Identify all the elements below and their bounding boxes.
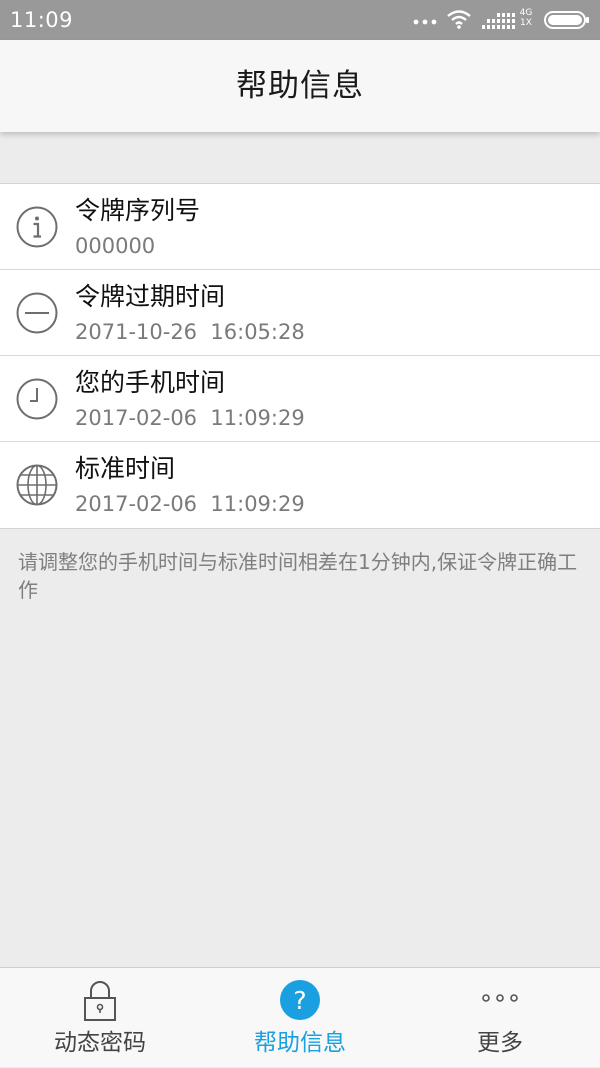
battery-icon: [544, 11, 589, 29]
status-time: 11:09: [10, 8, 74, 32]
globe-icon: [16, 464, 58, 506]
tab-more[interactable]: 更多: [400, 968, 600, 1068]
notice-text: 请调整您的手机时间与标准时间相差在1分钟内,保证令牌正确工作: [18, 550, 578, 602]
list-item-standard-time: 标准时间 2017-02-06 11:09:29: [0, 442, 600, 528]
status-bar: 11:09 4G 1X: [0, 0, 600, 40]
row-title: 您的手机时间: [75, 368, 226, 397]
row-value: 2017-02-06 11:09:29: [75, 406, 305, 430]
list-item-token-serial: 令牌序列号 000000: [0, 184, 600, 270]
nav-icon-wrap: ?: [200, 978, 400, 1022]
help-icon: ?: [280, 980, 320, 1020]
app-header: 帮助信息: [0, 40, 600, 132]
network-type-bottom: 1X: [520, 18, 532, 28]
row-value: 2017-02-06 11:09:29: [75, 492, 305, 516]
tab-label: 帮助信息: [254, 1030, 346, 1056]
signal-icon: [482, 13, 515, 29]
bottom-nav: 动态密码 ? 帮助信息 更多: [0, 967, 600, 1067]
list-item-phone-time: 您的手机时间 2017-02-06 11:09:29: [0, 356, 600, 442]
wifi-icon: [447, 10, 471, 29]
row-title: 令牌过期时间: [75, 282, 226, 311]
clock-icon: [16, 378, 58, 420]
network-type-label: 4G 1X: [518, 8, 534, 28]
row-value: 000000: [75, 234, 156, 258]
more-icon: [482, 994, 518, 1002]
lock-icon: [84, 981, 116, 1021]
svg-text:?: ?: [293, 986, 306, 1015]
network-type-top: 4G: [519, 8, 533, 18]
row-value: 2071-10-26 16:05:28: [75, 320, 305, 344]
list-item-token-expiry: 令牌过期时间 2071-10-26 16:05:28: [0, 270, 600, 356]
tab-help-info[interactable]: ? 帮助信息: [200, 968, 400, 1068]
info-list: 令牌序列号 000000 令牌过期时间 2071-10-26 16:05:28 …: [0, 183, 600, 529]
tab-label: 更多: [477, 1030, 523, 1056]
info-icon: [16, 206, 58, 248]
minus-circle-icon: [16, 292, 58, 334]
row-title: 令牌序列号: [75, 196, 201, 225]
notification-dots-icon: [413, 19, 437, 25]
page-title: 帮助信息: [236, 68, 364, 104]
nav-icon-wrap: [0, 978, 200, 1022]
row-title: 标准时间: [75, 454, 176, 483]
tab-dynamic-password[interactable]: 动态密码: [0, 968, 200, 1068]
tab-label: 动态密码: [54, 1030, 146, 1056]
nav-icon-wrap: [400, 978, 600, 1022]
